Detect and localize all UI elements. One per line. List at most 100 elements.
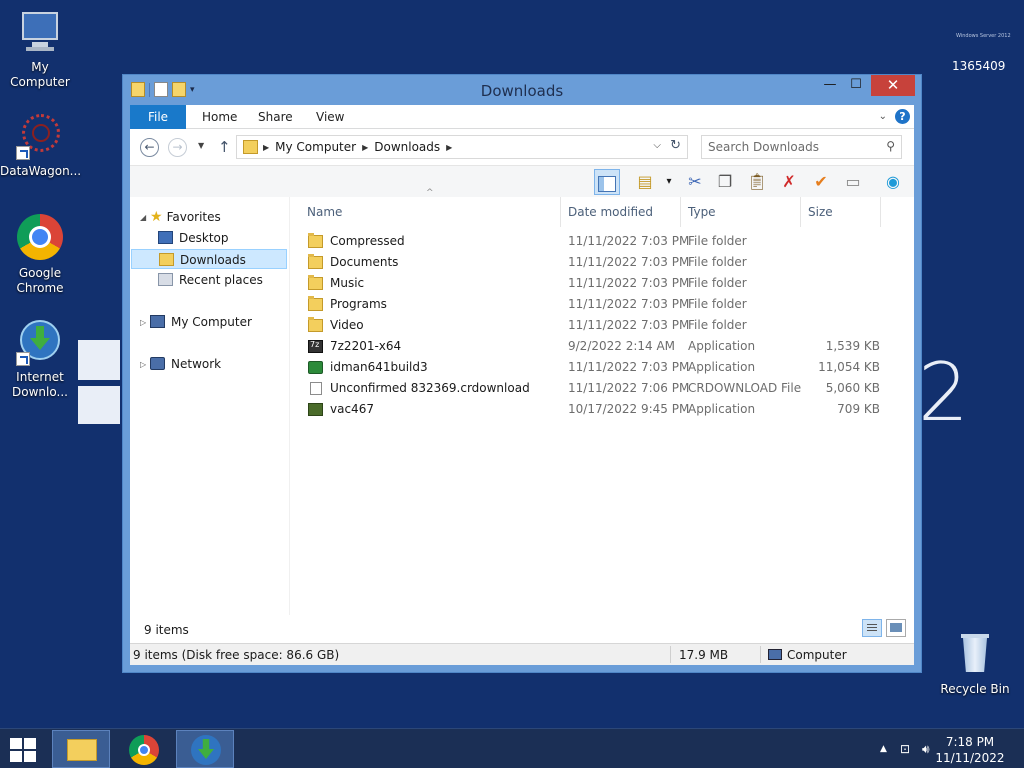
chevron-right-icon[interactable]: ▶ bbox=[362, 143, 368, 152]
desktop-icon-label: Google Chrome bbox=[16, 266, 64, 295]
expand-arrow-icon[interactable]: ▷ bbox=[140, 360, 146, 369]
nav-favorites[interactable]: ★ Favorites bbox=[150, 207, 221, 227]
preview-pane-button[interactable] bbox=[594, 169, 620, 195]
windows-logo-icon bbox=[24, 738, 36, 749]
table-row[interactable]: Unconfirmed 832369.crdownload 11/11/2022 … bbox=[300, 378, 900, 399]
desktop-icon-chrome[interactable]: Google Chrome bbox=[0, 214, 80, 296]
file-type: File folder bbox=[688, 234, 747, 248]
nav-my-computer[interactable]: My Computer bbox=[150, 312, 252, 332]
file-date: 10/17/2022 9:45 PM bbox=[568, 402, 690, 416]
nav-downloads[interactable]: Downloads bbox=[131, 249, 287, 269]
column-header-name[interactable]: Name bbox=[300, 197, 561, 227]
rename-icon[interactable]: ▭ bbox=[840, 169, 866, 195]
show-hidden-icons-icon[interactable]: ▲ bbox=[880, 744, 887, 754]
help-icon[interactable]: ? bbox=[895, 109, 910, 124]
properties-button[interactable]: ▤ bbox=[632, 169, 658, 195]
table-row[interactable]: Programs 11/11/2022 7:03 PM File folder bbox=[300, 294, 900, 315]
title-bar[interactable]: ▾ Downloads — ☐ ✕ bbox=[123, 75, 921, 105]
table-row[interactable]: idman641build3 11/11/2022 7:03 PM Applicat… bbox=[300, 357, 900, 378]
chevron-down-icon[interactable]: ▾ bbox=[656, 169, 682, 195]
file-name: Video bbox=[330, 318, 364, 332]
start-button[interactable] bbox=[10, 738, 38, 762]
forward-button[interactable]: → bbox=[168, 138, 187, 157]
search-box: ⚲ bbox=[701, 135, 902, 159]
computer-icon bbox=[768, 649, 782, 660]
paste-icon[interactable]: 📋︎ bbox=[744, 169, 770, 195]
clock[interactable]: 7:18 PM 11/11/2022 bbox=[930, 734, 1010, 766]
windows-logo-icon bbox=[24, 751, 36, 762]
taskbar-file-explorer[interactable] bbox=[52, 730, 110, 768]
desktop-icon-recycle-bin[interactable]: Recycle Bin bbox=[935, 630, 1015, 697]
column-header-type[interactable]: Type bbox=[681, 197, 801, 227]
nav-label: My Computer bbox=[171, 315, 252, 329]
column-header-size[interactable]: Size bbox=[801, 197, 881, 227]
file-name: Music bbox=[330, 276, 365, 290]
volume-icon[interactable]: 🔊︎ bbox=[922, 742, 930, 757]
taskbar: ▲ ⊡ 🔊︎ 7:18 PM 11/11/2022 bbox=[0, 728, 1024, 768]
network-icon bbox=[150, 357, 165, 370]
expand-ribbon-icon[interactable]: ⌄ bbox=[879, 111, 887, 122]
taskbar-idm[interactable] bbox=[176, 730, 234, 768]
cut-icon[interactable]: ✂ bbox=[682, 169, 708, 195]
internet-download-manager-icon bbox=[16, 318, 64, 366]
nav-desktop[interactable]: Desktop bbox=[158, 228, 229, 248]
minimize-button[interactable]: — bbox=[817, 75, 843, 96]
table-row[interactable]: Video 11/11/2022 7:03 PM File folder bbox=[300, 315, 900, 336]
command-toolbar: ▤ ▾ ✂ ❐ 📋︎ ✗ ✔ ▭ ◉ bbox=[130, 165, 914, 197]
desktop-icon-idm[interactable]: Internet Downlo... bbox=[0, 318, 80, 400]
up-button[interactable]: ↑ bbox=[218, 138, 231, 156]
watermark-text: Windows Server 2012 bbox=[956, 33, 1011, 39]
explorer-window: ▾ Downloads — ☐ ✕ File Home Share View ⌄… bbox=[122, 74, 922, 673]
nav-network[interactable]: Network bbox=[150, 354, 221, 374]
breadcrumb-my-computer[interactable]: My Computer bbox=[275, 140, 356, 154]
recent-locations-dropdown-icon[interactable]: ▼ bbox=[198, 141, 204, 150]
table-row[interactable]: Music 11/11/2022 7:03 PM File folder bbox=[300, 273, 900, 294]
table-row[interactable]: 7z2201-x64 9/2/2022 2:14 AM Application 1,5… bbox=[300, 336, 900, 357]
status-location: Computer bbox=[787, 648, 847, 662]
expand-arrow-icon[interactable]: ▷ bbox=[140, 318, 146, 327]
tab-file[interactable]: File bbox=[130, 105, 186, 129]
network-icon[interactable]: ⊡ bbox=[900, 742, 910, 756]
table-row[interactable]: Compressed 11/11/2022 7:03 PM File folder bbox=[300, 231, 900, 252]
address-bar[interactable]: ▶ My Computer ▶ Downloads ▶ ⌵ ↻ bbox=[236, 135, 688, 159]
tab-home[interactable]: Home bbox=[188, 105, 251, 129]
back-button[interactable]: ← bbox=[140, 138, 159, 157]
large-icons-view-button[interactable] bbox=[886, 619, 906, 637]
chevron-right-icon[interactable]: ▶ bbox=[446, 143, 452, 152]
nav-recent-places[interactable]: Recent places bbox=[158, 270, 263, 290]
expand-arrow-icon[interactable]: ◢ bbox=[140, 213, 146, 222]
file-type: File folder bbox=[688, 297, 747, 311]
breadcrumb-downloads[interactable]: Downloads bbox=[374, 140, 440, 154]
chevron-down-icon[interactable]: ⌵ bbox=[653, 140, 661, 151]
folder-icon bbox=[308, 275, 323, 290]
taskbar-chrome[interactable] bbox=[114, 730, 172, 768]
table-row[interactable]: Documents 11/11/2022 7:03 PM File folder bbox=[300, 252, 900, 273]
desktop-icon-datawagon[interactable]: DataWagon... bbox=[0, 112, 82, 179]
details-view-button[interactable] bbox=[862, 619, 882, 637]
desktop-icon-label: Recycle Bin bbox=[940, 682, 1010, 696]
status-size: 17.9 MB bbox=[679, 648, 729, 662]
delete-icon[interactable]: ✗ bbox=[776, 169, 802, 195]
desktop-icon-label: Internet Downlo... bbox=[12, 370, 68, 399]
windows-logo-icon bbox=[10, 751, 22, 762]
table-row[interactable]: vac467 10/17/2022 9:45 PM Application 709 K… bbox=[300, 399, 900, 420]
tab-view[interactable]: View bbox=[302, 105, 358, 129]
maximize-button[interactable]: ☐ bbox=[843, 75, 869, 96]
network-globe-icon[interactable]: ◉ bbox=[880, 169, 906, 195]
window-body: File Home Share View ⌄ ? ← → ▼ ↑ ▶ My Co… bbox=[130, 105, 914, 665]
file-type: File folder bbox=[688, 318, 747, 332]
file-name: idman641build3 bbox=[330, 360, 428, 374]
desktop-icon-label: DataWagon... bbox=[0, 164, 82, 178]
search-input[interactable] bbox=[708, 137, 878, 157]
desktop-icon bbox=[158, 231, 173, 244]
checkmark-icon[interactable]: ✔ bbox=[808, 169, 834, 195]
close-button[interactable]: ✕ bbox=[871, 75, 915, 96]
chevron-right-icon[interactable]: ▶ bbox=[263, 143, 269, 152]
refresh-icon[interactable]: ↻ bbox=[670, 138, 681, 153]
folder-icon bbox=[308, 296, 323, 311]
desktop-icon-my-computer[interactable]: My Computer bbox=[0, 8, 80, 90]
search-icon[interactable]: ⚲ bbox=[886, 139, 895, 153]
column-header-date[interactable]: Date modified bbox=[561, 197, 681, 227]
copy-icon[interactable]: ❐ bbox=[712, 169, 738, 195]
tab-share[interactable]: Share bbox=[244, 105, 307, 129]
